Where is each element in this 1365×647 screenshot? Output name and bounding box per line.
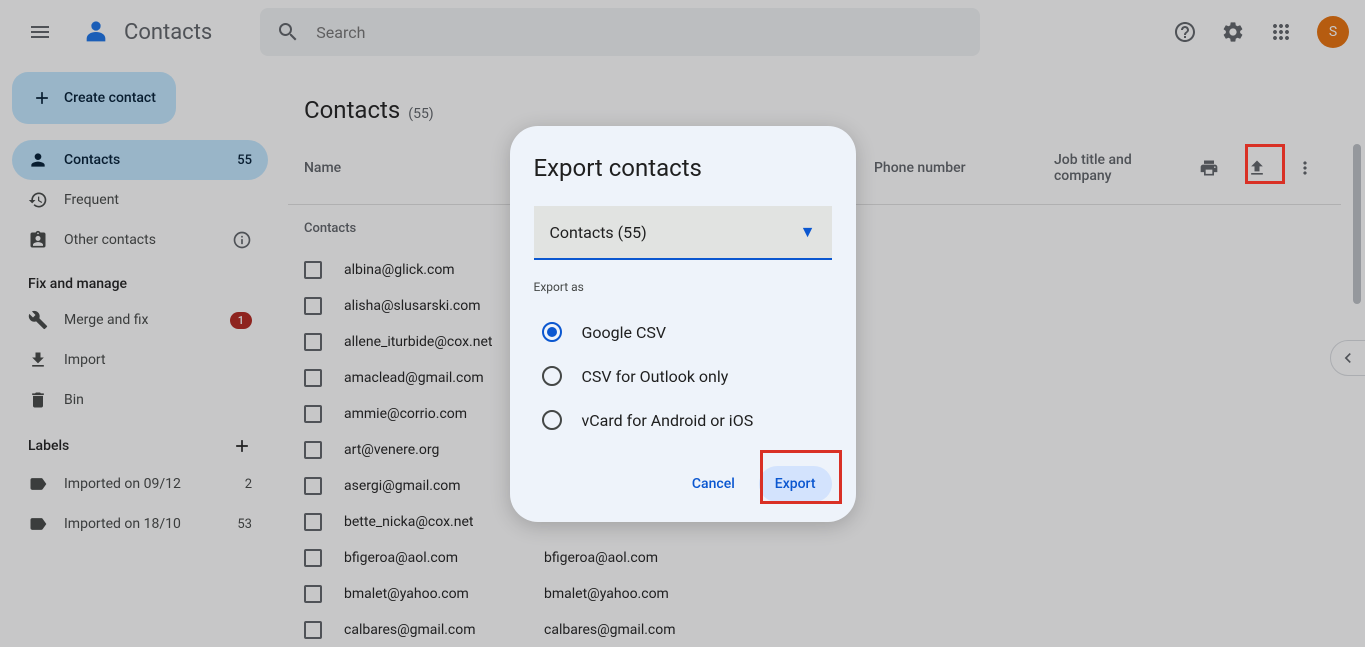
radio-label: Google CSV [582, 323, 667, 342]
dropdown-value: Contacts (55) [550, 223, 647, 242]
export-confirm-button[interactable]: Export [759, 466, 832, 502]
modal-overlay[interactable]: Export contacts Contacts (55) ▼ Export a… [0, 0, 1365, 647]
dialog-title: Export contacts [534, 154, 832, 182]
radio-label: CSV for Outlook only [582, 367, 729, 386]
export-dialog: Export contacts Contacts (55) ▼ Export a… [510, 126, 856, 522]
cancel-button[interactable]: Cancel [676, 466, 751, 502]
radio-option[interactable]: Google CSV [534, 310, 832, 354]
dropdown-arrow-icon: ▼ [800, 222, 816, 242]
radio-option[interactable]: vCard for Android or iOS [534, 398, 832, 442]
radio-button[interactable] [542, 322, 562, 342]
radio-option[interactable]: CSV for Outlook only [534, 354, 832, 398]
contacts-dropdown[interactable]: Contacts (55) ▼ [534, 206, 832, 260]
radio-button[interactable] [542, 410, 562, 430]
radio-button[interactable] [542, 366, 562, 386]
radio-label: vCard for Android or iOS [582, 411, 754, 430]
export-as-label: Export as [534, 280, 832, 294]
